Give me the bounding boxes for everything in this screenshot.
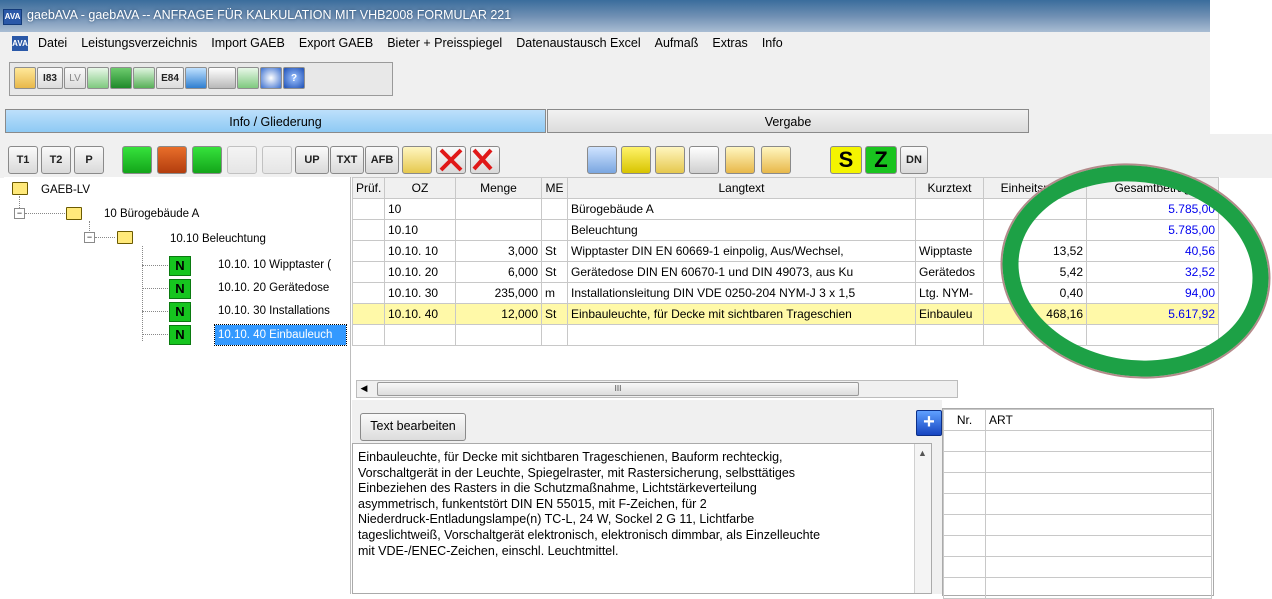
t2-button[interactable]: T2 (41, 146, 71, 174)
column-header-pruef[interactable]: Prüf. (352, 177, 385, 199)
column-header-menge[interactable]: Menge (455, 177, 542, 199)
tree-item[interactable]: 10.10. 30 Installations (218, 305, 348, 317)
menu-leistungsverzeichnis[interactable]: Leistungsverzeichnis (81, 36, 197, 50)
folder-icon (117, 231, 133, 244)
menu-extras[interactable]: Extras (712, 36, 747, 50)
title-bar: AVA gaebAVA - gaebAVA -- ANFRAGE FÜR KAL… (0, 0, 1210, 32)
printer-icon[interactable] (208, 67, 236, 89)
nr-art-panel: Nr. ART (942, 408, 1214, 599)
s-button[interactable]: S (830, 146, 862, 174)
new-badge-icon: N (169, 256, 191, 276)
insert-z2-icon[interactable] (192, 146, 222, 174)
excel-import-icon[interactable] (87, 67, 109, 89)
arrow-folder-icon[interactable] (725, 146, 755, 174)
copy-icon[interactable] (402, 146, 432, 174)
dn-button[interactable]: DN (900, 146, 928, 174)
folder-icon (66, 207, 82, 220)
add-plus-icon[interactable]: + (916, 410, 942, 436)
menu-bieter-preisspiegel[interactable]: Bieter + Preisspiegel (387, 36, 502, 50)
delete-zero-icon[interactable] (470, 146, 500, 174)
menu-datenaustausch-excel[interactable]: Datenaustausch Excel (516, 36, 640, 50)
open-folder-icon[interactable] (14, 67, 36, 89)
menu-datei[interactable]: Datei (38, 36, 67, 50)
export-e84-button[interactable]: E84 (156, 67, 184, 89)
langtext-panel: Text bearbeiten + Einbauleuchte, für Dec… (352, 400, 942, 594)
lv-button[interactable]: LV (64, 67, 86, 89)
up-button[interactable]: UP (295, 146, 329, 174)
scroll-left-icon[interactable]: ◀ (357, 381, 371, 395)
new-badge-icon: N (169, 325, 191, 345)
numbering-icon[interactable] (621, 146, 651, 174)
delete-icon[interactable] (436, 146, 466, 174)
column-header-kurztext[interactable]: Kurztext (915, 177, 984, 199)
column-header-art[interactable]: ART (985, 409, 1212, 431)
menu-import-gaeb[interactable]: Import GAEB (211, 36, 285, 50)
scroll-thumb[interactable]: III (377, 382, 859, 396)
excel-export-icon[interactable] (237, 67, 259, 89)
menu-bar: AVA Datei Leistungsverzeichnis Import GA… (0, 32, 1210, 56)
p-button[interactable]: P (74, 146, 104, 174)
column-header-me[interactable]: ME (541, 177, 568, 199)
vertical-scrollbar[interactable]: ▲ (914, 444, 931, 593)
app-icon: AVA (3, 9, 22, 25)
calculator-icon[interactable] (587, 146, 617, 174)
scroll-up-icon[interactable]: ▲ (918, 446, 927, 462)
disabled-move-down-icon[interactable] (262, 146, 292, 174)
main-toolbar: I83 LV E84 ? (0, 56, 1210, 100)
tree-root-label[interactable]: GAEB-LV (41, 184, 90, 196)
import-i83-button[interactable]: I83 (37, 67, 63, 89)
internet-explorer-icon[interactable] (185, 67, 207, 89)
tree-item[interactable]: 10.10. 20 Gerätedose (218, 282, 348, 294)
folder-icon (12, 182, 28, 195)
tree-item-selected[interactable]: 10.10. 40 Einbauleuch (214, 324, 347, 346)
t1-button[interactable]: T1 (8, 146, 38, 174)
tree-node-buerogebaeude[interactable]: 10 Bürogebäude A (104, 208, 199, 220)
menu-aufmass[interactable]: Aufmaß (655, 36, 699, 50)
window-title: gaebAVA - gaebAVA -- ANFRAGE FÜR KALKULA… (27, 8, 512, 22)
tab-info-gliederung[interactable]: Info / Gliederung (5, 109, 546, 133)
new-badge-icon: N (169, 302, 191, 322)
txt-button[interactable]: TXT (330, 146, 364, 174)
text-bearbeiten-button[interactable]: Text bearbeiten (360, 413, 466, 441)
collapse-icon[interactable]: − (14, 208, 25, 219)
disabled-move-up-icon[interactable] (227, 146, 257, 174)
column-header-nr[interactable]: Nr. (943, 409, 986, 431)
help-icon[interactable]: ? (283, 67, 305, 89)
z-button[interactable]: Z (865, 146, 897, 174)
notes-icon[interactable] (689, 146, 719, 174)
tree-node-beleuchtung[interactable]: 10.10 Beleuchtung (170, 233, 266, 245)
excel-icon[interactable] (110, 67, 132, 89)
lv-tree: GAEB-LV − 10 Bürogebäude A − 10.10 Beleu… (4, 177, 351, 594)
gear-icon[interactable] (260, 67, 282, 89)
tab-vergabe[interactable]: Vergabe (547, 109, 1029, 133)
column-header-langtext[interactable]: Langtext (567, 177, 916, 199)
toolbar-group: I83 LV E84 ? (9, 62, 393, 96)
app-menu-icon[interactable]: AVA (12, 36, 28, 51)
new-badge-icon: N (169, 279, 191, 299)
arrow-folder2-icon[interactable] (761, 146, 791, 174)
column-header-oz[interactable]: OZ (384, 177, 456, 199)
horizontal-scrollbar[interactable]: ◀ III (356, 380, 958, 398)
menu-export-gaeb[interactable]: Export GAEB (299, 36, 373, 50)
excel-sheet-icon[interactable] (133, 67, 155, 89)
menu-info[interactable]: Info (762, 36, 783, 50)
afb-button[interactable]: AFB (365, 146, 399, 174)
tree-item[interactable]: 10.10. 10 Wipptaster ( (218, 259, 348, 271)
copy-lt-icon[interactable] (655, 146, 685, 174)
langtext-textarea[interactable]: Einbauleuchte, für Decke mit sichtbaren … (352, 443, 932, 594)
insert-z-icon[interactable] (122, 146, 152, 174)
insert-s-icon[interactable] (157, 146, 187, 174)
collapse-icon[interactable]: − (84, 232, 95, 243)
